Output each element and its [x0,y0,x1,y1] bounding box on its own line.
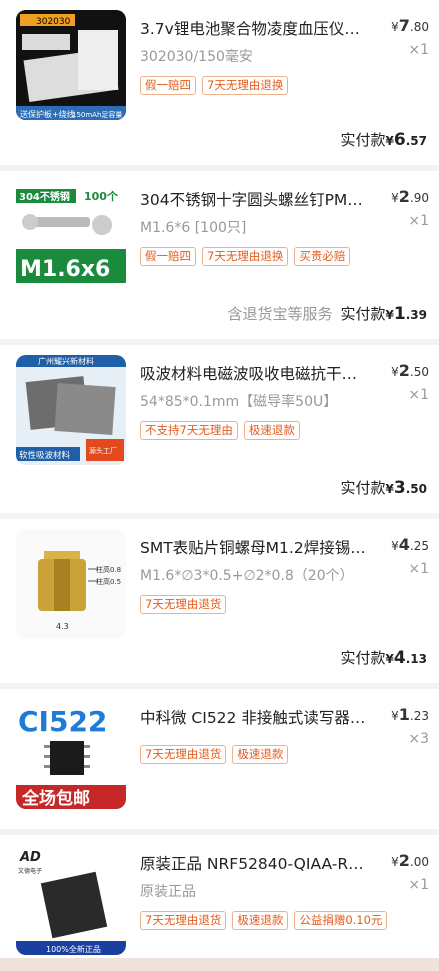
product-info: 中科微 CI522 非接触式读写器… 7天无理由退货 极速退款 ¥1.23 ×3 [126,699,429,809]
nrf-chip-product-image: AD 文德电子 100%全新正品 [16,845,126,955]
thumb-line3: 文德电子 [18,867,42,875]
tag: 极速退款 [243,421,300,440]
product-spec: 原装正品 [140,884,196,900]
service-tags: 不支持7天无理由 极速退款 [140,421,429,440]
paid-amount-row: 实付款¥3.50 [340,478,427,498]
product-spec: 54*85*0.1mm【磁导率50U】 [140,394,338,410]
thumb-line2: 柱高0.8 [96,565,121,574]
product-thumbnail[interactable]: 302030 送保护板+绕线 150mAh足容量 [16,10,126,120]
product-title[interactable]: 吸波材料电磁波吸收电磁抗干… [140,363,378,385]
order-item-list: 302030 送保护板+绕线 150mAh足容量 3.7v锂电池聚合物凌度血压仪… [0,0,439,967]
quantity: ×1 [408,42,429,58]
service-tags: 假一赔四 7天无理由退换 买贵必赔 [140,247,429,266]
tag: 7天无理由退货 [140,911,227,930]
thumb-line1: CI522 [18,705,107,738]
product-info: SMT表贴片铜螺母M1.2焊接锡… M1.6*∅3*0.5+∅2*0.8（20个… [126,529,429,639]
tag: 公益捐赠0.10元 [294,911,388,930]
thumb-line3: 送保护板+绕线 [20,109,75,119]
service-tags: 假一赔四 7天无理由退换 [140,76,429,95]
product-title[interactable]: 3.7v锂电池聚合物凌度血压仪… [140,18,378,40]
thumb-line2: 软性吸波材料 [19,450,71,461]
product-spec: M1.6*∅3*0.5+∅2*0.8（20个） [140,568,354,584]
product-info: 原装正品 NRF52840-QIAA-R… 原装正品 7天无理由退货 极速退款 … [126,845,429,955]
unit-price: ¥2.90 [391,187,429,206]
service-tags: 7天无理由退货 [140,595,429,614]
tag: 极速退款 [232,911,289,930]
product-title[interactable]: 原装正品 NRF52840-QIAA-R… [140,853,378,875]
tag: 7天无理由退货 [140,595,227,614]
paid-amount-row: 实付款¥6.57 [340,130,427,150]
order-item[interactable]: CI522 全场包邮 中科微 CI522 非接触式读写器… 7天无理由退货 极速… [0,689,439,829]
thumb-line3: 源头工厂 [89,446,117,455]
thumb-line1: 4.3 [56,622,69,631]
absorber-product-image: 广州耀兴新材料 软性吸波材料 源头工厂 [16,355,126,465]
quantity: ×1 [408,877,429,893]
tag: 极速退款 [232,745,289,764]
bottom-bar [0,958,439,971]
order-item[interactable]: AD 文德电子 100%全新正品 原装正品 NRF52840-QIAA-R… 原… [0,835,439,967]
paid-label: 实付款 [340,131,386,149]
product-info: 3.7v锂电池聚合物凌度血压仪… 302030/150毫安 假一赔四 7天无理由… [126,10,429,120]
thumb-line2: 100%全新正品 [46,944,101,954]
order-item[interactable]: 302030 送保护板+绕线 150mAh足容量 3.7v锂电池聚合物凌度血压仪… [0,0,439,165]
thumb-line1: 304不锈钢 [19,190,70,203]
service-tags: 7天无理由退货 极速退款 [140,745,429,764]
thumb-line2: 100个 [84,189,119,203]
thumb-line3: M1.6x6 [20,257,110,282]
product-thumbnail[interactable]: 柱高0.8 柱高0.5 4.3 [16,529,126,639]
order-item[interactable]: 柱高0.8 柱高0.5 4.3 SMT表贴片铜螺母M1.2焊接锡… M1.6*∅… [0,519,439,683]
thumb-line1: 广州耀兴新材料 [38,356,94,366]
product-thumbnail[interactable]: 304不锈钢 100个 M1.6x6 [16,181,126,291]
order-item[interactable]: 304不锈钢 100个 M1.6x6 304不锈钢十字圆头螺丝钉PM… M1.6… [0,171,439,339]
thumb-line1: 302030 [36,17,71,27]
chip-product-image: CI522 全场包邮 [16,699,126,809]
thumb-line3: 柱高0.5 [96,577,121,586]
tag: 假一赔四 [140,247,196,266]
thumb-line2: 150mAh足容量 [72,110,122,119]
product-info: 304不锈钢十字圆头螺丝钉PM… M1.6*6 [100只] 假一赔四 7天无理… [126,181,429,291]
paid-label: 实付款 [340,305,386,323]
service-note[interactable]: 含退货宝等服务 [228,305,333,323]
tag: 买贵必赔 [294,247,351,266]
tag: 7天无理由退换 [202,247,289,266]
paid-amount-row: 实付款¥4.13 [340,648,427,668]
tag: 假一赔四 [140,76,196,95]
unit-price: ¥2.00 [391,851,429,870]
tag: 7天无理由退货 [140,745,227,764]
thumb-line2: 全场包邮 [21,788,90,809]
product-title[interactable]: 304不锈钢十字圆头螺丝钉PM… [140,189,378,211]
quantity: ×1 [408,213,429,229]
product-title[interactable]: 中科微 CI522 非接触式读写器… [140,707,378,729]
product-spec: 302030/150毫安 [140,49,253,65]
product-thumbnail[interactable]: CI522 全场包邮 [16,699,126,809]
paid-amount-row: 含退货宝等服务 实付款¥1.39 [227,304,428,324]
service-tags: 7天无理由退货 极速退款 公益捐赠0.10元 [140,911,429,930]
unit-price: ¥2.50 [391,361,429,380]
product-thumbnail[interactable]: AD 文德电子 100%全新正品 [16,845,126,955]
screw-product-image: 304不锈钢 100个 M1.6x6 [16,181,126,291]
quantity: ×1 [408,561,429,577]
brass-nut-product-image: 柱高0.8 柱高0.5 4.3 [16,529,126,639]
product-title[interactable]: SMT表贴片铜螺母M1.2焊接锡… [140,537,378,559]
unit-price: ¥1.23 [391,705,429,724]
order-item[interactable]: 广州耀兴新材料 软性吸波材料 源头工厂 吸波材料电磁波吸收电磁抗干… 54*85… [0,345,439,513]
tag: 不支持7天无理由 [140,421,238,440]
battery-product-image: 302030 送保护板+绕线 150mAh足容量 [16,10,126,120]
paid-label: 实付款 [340,649,386,667]
unit-price: ¥7.80 [391,16,429,35]
quantity: ×1 [408,387,429,403]
product-thumbnail[interactable]: 广州耀兴新材料 软性吸波材料 源头工厂 [16,355,126,465]
paid-label: 实付款 [340,479,386,497]
product-spec: M1.6*6 [100只] [140,220,247,236]
thumb-line1: AD [19,850,41,865]
unit-price: ¥4.25 [391,535,429,554]
product-info: 吸波材料电磁波吸收电磁抗干… 54*85*0.1mm【磁导率50U】 不支持7天… [126,355,429,465]
quantity: ×3 [408,731,429,747]
tag: 7天无理由退换 [202,76,289,95]
